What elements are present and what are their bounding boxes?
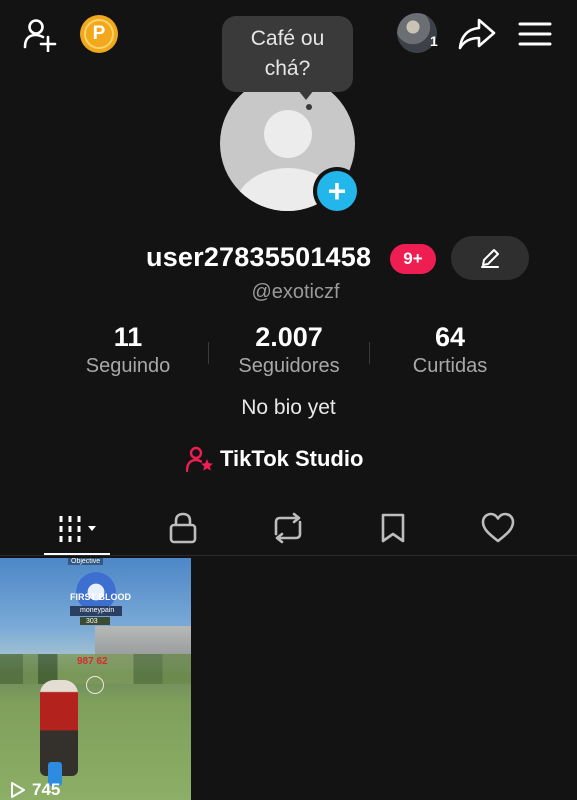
active-tab-indicator	[44, 553, 110, 555]
username: user27835501458	[146, 242, 372, 272]
bubble-line-2: chá?	[264, 57, 311, 80]
crosshair-icon	[86, 676, 104, 694]
video-thumbnail[interactable]: Objective FIRST BLOOD moneypain 303 987 …	[0, 558, 191, 800]
tab-saved[interactable]	[363, 508, 423, 548]
person-add-icon[interactable]	[20, 14, 60, 54]
bookmark-icon	[381, 513, 405, 543]
user-handle: @exoticzf	[0, 281, 577, 304]
status-bubble[interactable]: Café ou chá?	[222, 16, 353, 92]
tiktok-studio-link[interactable]: TikTok Studio	[186, 444, 363, 474]
edit-profile-button[interactable]	[451, 236, 529, 280]
lock-icon	[169, 512, 197, 544]
username-row: user27835501458 9+	[0, 236, 577, 280]
stat-label: Curtidas	[412, 355, 488, 377]
stats-row: 11 Seguindo 2.007 Seguidores 64 Curtidas	[0, 322, 577, 382]
divider	[369, 342, 370, 364]
avatar-head	[264, 110, 312, 158]
bio-text[interactable]: No bio yet	[0, 396, 577, 420]
stat-label: Seguidores	[238, 355, 340, 377]
pencil-icon	[481, 249, 499, 268]
thumbnail-objective-label: Objective	[68, 558, 104, 565]
bubble-line-1: Café ou	[250, 27, 325, 50]
thumbnail-score: 303	[86, 618, 98, 625]
coins-icon[interactable]: P	[80, 15, 118, 53]
tab-liked[interactable]	[468, 508, 528, 548]
stat-value: 64	[434, 322, 466, 352]
share-arrow-icon[interactable]	[456, 14, 498, 54]
plus-icon: +	[317, 171, 357, 211]
stat-followers[interactable]: 2.007 Seguidores	[214, 322, 364, 378]
notification-badge[interactable]: 9+	[390, 244, 436, 274]
add-avatar-button[interactable]: +	[313, 167, 361, 215]
stat-following[interactable]: 11 Seguindo	[53, 322, 203, 378]
thumbnail-damage-numbers: 987 62	[77, 656, 108, 667]
play-icon	[11, 782, 25, 798]
studio-label: TikTok Studio	[220, 446, 364, 471]
view-count-value: 745	[32, 780, 61, 799]
studio-person-star-icon	[186, 446, 213, 473]
tab-videos[interactable]	[50, 508, 110, 548]
stat-value: 11	[113, 322, 143, 352]
thumbnail-player-name: moneypain	[80, 607, 115, 614]
divider	[208, 342, 209, 364]
bubble-tail	[298, 90, 314, 100]
thumbnail-first-blood-text: FIRST BLOOD	[70, 592, 131, 602]
friend-count: 1	[430, 33, 438, 49]
hamburger-menu-icon[interactable]	[516, 16, 554, 52]
content-tabs	[0, 500, 577, 556]
coin-letter: P	[84, 19, 114, 49]
tab-private[interactable]	[153, 508, 213, 548]
grid-icon	[59, 516, 96, 542]
tab-reposts[interactable]	[258, 508, 318, 548]
repost-icon	[274, 512, 302, 544]
stat-label: Seguindo	[85, 355, 171, 377]
video-view-count: 745	[10, 780, 60, 800]
handle-text: @exoticzf	[251, 281, 340, 303]
stat-value: 2.007	[255, 322, 323, 352]
bubble-dot	[306, 104, 312, 110]
stat-likes[interactable]: 64 Curtidas	[375, 322, 525, 378]
heart-icon	[481, 512, 515, 543]
